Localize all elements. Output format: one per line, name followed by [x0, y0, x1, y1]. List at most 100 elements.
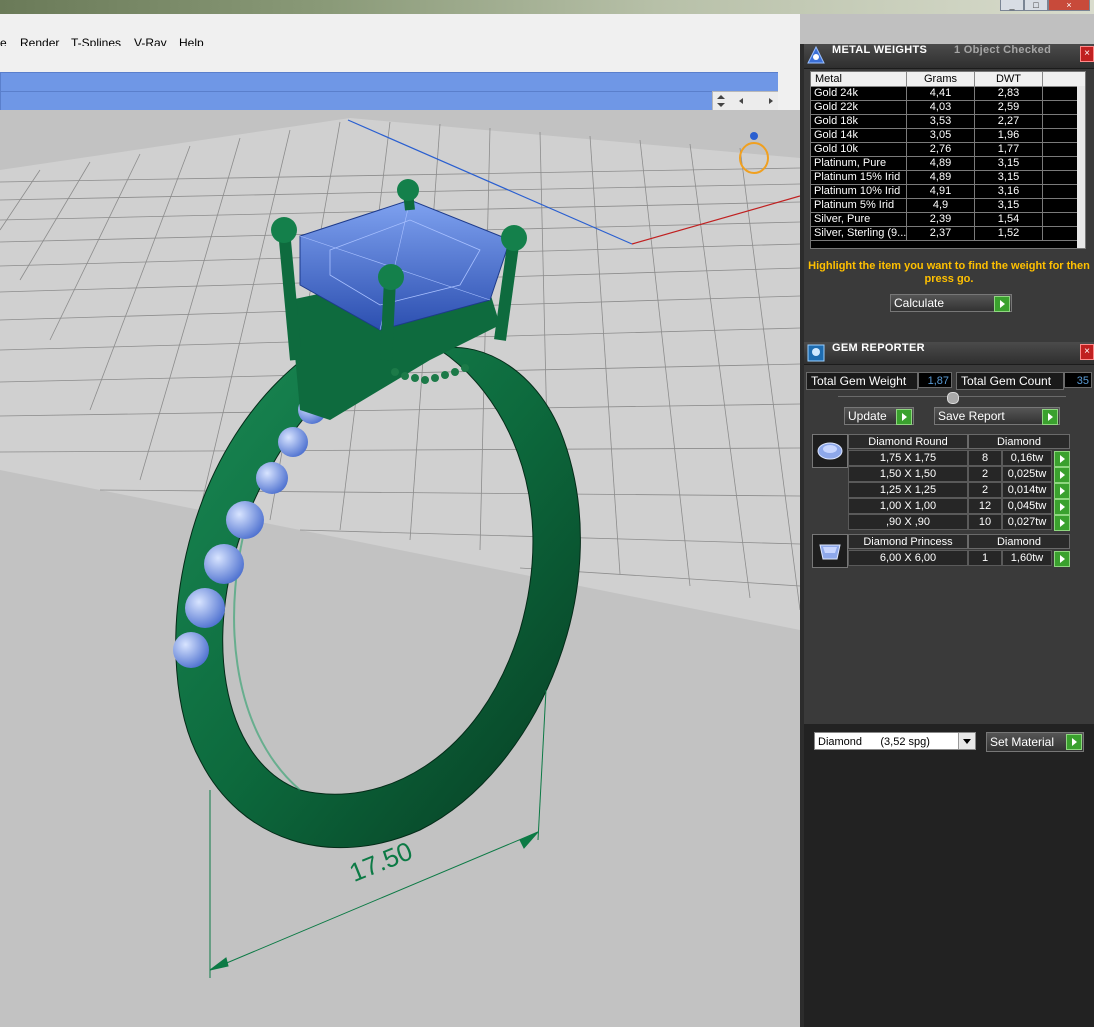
- select-gems-arrow-icon[interactable]: [1054, 483, 1070, 499]
- metal-dwt: 3,16: [975, 185, 1043, 199]
- round-diamond-icon[interactable]: [812, 434, 848, 468]
- metal-row[interactable]: Gold 22k 4,03 2,59: [811, 101, 1085, 115]
- metal-row[interactable]: Gold 18k 3,53 2,27: [811, 115, 1085, 129]
- gem-count: 10: [968, 514, 1002, 530]
- close-window-button[interactable]: ×: [1048, 0, 1090, 11]
- go-arrow-icon[interactable]: [994, 296, 1010, 312]
- close-metal-panel-button[interactable]: ×: [1080, 46, 1094, 62]
- menu-bar: e Render T-Splines V-Ray Help: [0, 14, 800, 50]
- metal-name: Gold 18k: [811, 115, 907, 129]
- metal-dwt: 3,15: [975, 157, 1043, 171]
- save-report-label: Save Report: [938, 409, 1005, 423]
- gem-size: ,90 X ,90: [848, 514, 968, 530]
- gem-count: 2: [968, 466, 1002, 482]
- objects-checked-status: 1 Object Checked: [954, 44, 1052, 56]
- metal-dwt: 1,54: [975, 213, 1043, 227]
- minimize-button[interactable]: _: [1000, 0, 1024, 11]
- gem-list: Diamond Round Diamond 1,75 X 1,75 8 0,16tw 1,…: [804, 432, 1094, 722]
- select-gems-arrow-icon[interactable]: [1054, 467, 1070, 483]
- gem-reporter-title: GEM REPORTER: [832, 342, 925, 354]
- select-gems-arrow-icon[interactable]: [1054, 515, 1070, 531]
- metal-dwt: 1,52: [975, 227, 1043, 241]
- gem-material-header: Diamond: [968, 434, 1070, 449]
- command-prompt[interactable]: [0, 91, 714, 111]
- perspective-viewport[interactable]: 17.50: [0, 110, 800, 1027]
- total-gem-count-value: 35: [1064, 372, 1092, 388]
- save-report-button[interactable]: Save Report: [934, 407, 1060, 425]
- metal-grams: 4,89: [907, 171, 975, 185]
- metal-row[interactable]: Silver, Sterling (9... 2,37 1,52: [811, 227, 1085, 241]
- maximize-button[interactable]: □: [1024, 0, 1048, 11]
- metal-weights-title: METAL WEIGHTS: [832, 44, 928, 56]
- metal-row[interactable]: Gold 10k 2,76 1,77: [811, 143, 1085, 157]
- metal-name: Gold 24k: [811, 87, 907, 101]
- go-arrow-icon[interactable]: [1066, 734, 1082, 750]
- select-gems-arrow-icon[interactable]: [1054, 551, 1070, 567]
- select-gems-arrow-icon[interactable]: [1054, 499, 1070, 515]
- material-select-value: Diamond (3,52 spg): [818, 736, 930, 748]
- metal-weights-table[interactable]: Metal Grams DWT Gold 24k 4,41 2,83 Gold 22k…: [810, 71, 1086, 249]
- metal-row[interactable]: Platinum 15% Irid 4,89 3,15: [811, 171, 1085, 185]
- gem-shape-header: Diamond Round: [848, 434, 968, 449]
- command-scroll-controls[interactable]: [712, 91, 780, 111]
- gem-size: 1,50 X 1,50: [848, 466, 968, 482]
- metal-grams: 4,9: [907, 199, 975, 213]
- metal-name: Silver, Sterling (9...: [811, 227, 907, 241]
- gem-size: 1,00 X 1,00: [848, 498, 968, 514]
- set-material-button[interactable]: Set Material: [986, 732, 1084, 752]
- calculate-label: Calculate: [894, 296, 945, 310]
- command-history[interactable]: [0, 72, 780, 92]
- column-extra: [1043, 72, 1085, 86]
- metal-hint-text: Highlight the item you want to find the …: [808, 260, 1090, 285]
- gem-count: 2: [968, 482, 1002, 498]
- metal-dwt: 2,27: [975, 115, 1043, 129]
- select-gems-arrow-icon[interactable]: [1054, 451, 1070, 467]
- metal-row[interactable]: Platinum 5% Irid 4,9 3,15: [811, 199, 1085, 213]
- gem-weight: 0,045tw: [1002, 498, 1052, 514]
- metal-grams: 3,53: [907, 115, 975, 129]
- go-arrow-icon[interactable]: [896, 409, 912, 425]
- go-arrow-icon[interactable]: [1042, 409, 1058, 425]
- total-gem-count-label: Total Gem Count: [956, 372, 1064, 390]
- metal-row[interactable]: Platinum, Pure 4,89 3,15: [811, 157, 1085, 171]
- update-button[interactable]: Update: [844, 407, 914, 425]
- gem-material-header: Diamond: [968, 534, 1070, 549]
- metal-row[interactable]: Silver, Pure 2,39 1,54: [811, 213, 1085, 227]
- metal-weights-header: METAL WEIGHTS 1 Object Checked ×: [804, 44, 1094, 69]
- gem-weight: 0,16tw: [1002, 450, 1052, 466]
- metal-row[interactable]: Gold 14k 3,05 1,96: [811, 129, 1085, 143]
- gem-size: 6,00 X 6,00: [848, 550, 968, 566]
- princess-diamond-icon[interactable]: [812, 534, 848, 568]
- toolbar-area: [0, 46, 800, 72]
- metal-dwt: 3,15: [975, 171, 1043, 185]
- column-dwt[interactable]: DWT: [975, 72, 1043, 86]
- metal-dwt: 3,15: [975, 199, 1043, 213]
- metal-grams: 4,89: [907, 157, 975, 171]
- metal-grams: 3,05: [907, 129, 975, 143]
- chevron-down-icon[interactable]: [958, 733, 975, 749]
- gem-count: 1: [968, 550, 1002, 566]
- metal-grams: 4,41: [907, 87, 975, 101]
- column-grams[interactable]: Grams: [907, 72, 975, 86]
- close-gem-panel-button[interactable]: ×: [1080, 344, 1094, 360]
- viewport-canvas: [0, 118, 800, 978]
- gem-shape-header: Diamond Princess: [848, 534, 968, 549]
- gem-reporter-icon: [807, 344, 825, 362]
- column-metal[interactable]: Metal: [811, 72, 907, 86]
- metal-weights-icon: [807, 45, 825, 64]
- gem-weight: 0,014tw: [1002, 482, 1052, 498]
- gem-count: 8: [968, 450, 1002, 466]
- metal-table-header: Metal Grams DWT: [811, 72, 1085, 87]
- metal-grams: 4,03: [907, 101, 975, 115]
- slider-handle[interactable]: [947, 392, 959, 404]
- metal-row[interactable]: Platinum 10% Irid 4,91 3,16: [811, 185, 1085, 199]
- metal-row[interactable]: Gold 24k 4,41 2,83: [811, 87, 1085, 101]
- material-select[interactable]: Diamond (3,52 spg): [814, 732, 976, 750]
- calculate-button[interactable]: Calculate: [890, 294, 1012, 312]
- metal-dwt: 1,77: [975, 143, 1043, 157]
- metal-grams: 4,91: [907, 185, 975, 199]
- gem-size: 1,25 X 1,25: [848, 482, 968, 498]
- window-title-bar: [0, 0, 1094, 14]
- metal-name: Platinum, Pure: [811, 157, 907, 171]
- metal-table-scrollbar[interactable]: [1077, 86, 1085, 248]
